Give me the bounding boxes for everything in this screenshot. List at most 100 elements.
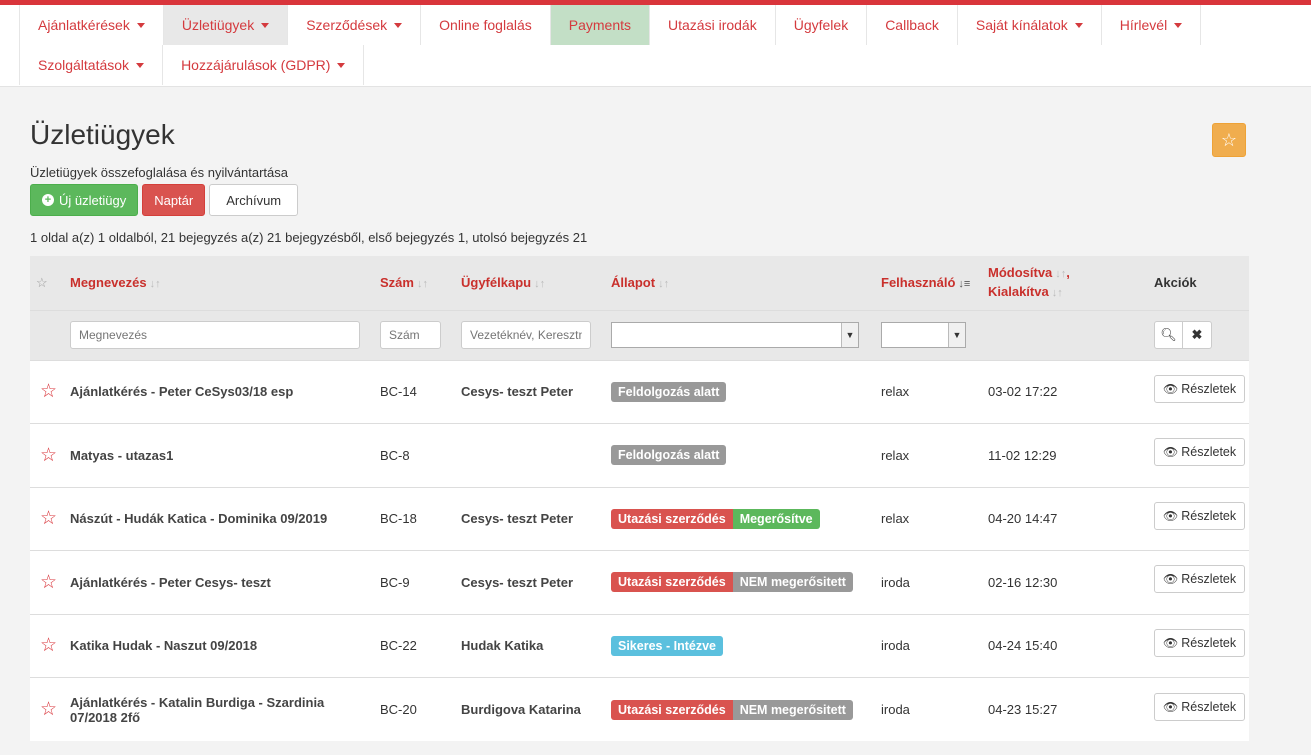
new-deal-button[interactable]: + Új üzletiügy: [30, 184, 139, 216]
name-filter-input[interactable]: [70, 321, 360, 349]
modified-column-header[interactable]: Módosítva ↓↑, Kialakítva ↓↑: [978, 256, 1144, 310]
caret-down-icon: [261, 22, 270, 28]
nav-item[interactable]: Online foglalás: [420, 5, 550, 45]
star-icon[interactable]: ☆: [40, 635, 57, 656]
table-row[interactable]: ☆ Ajánlatkérés - Katalin Burdiga - Szard…: [30, 677, 1249, 742]
status-badge: Feldolgozás alatt: [611, 445, 727, 466]
star-icon[interactable]: ☆: [40, 572, 57, 593]
status-badge: Utazási szerződés: [611, 508, 733, 529]
deal-number: BC-22: [380, 638, 417, 654]
status-filter-select[interactable]: ▼: [611, 322, 859, 348]
calendar-button[interactable]: Naptár: [142, 184, 206, 216]
sort-icon: ↓↑: [416, 278, 428, 291]
status-badge: Utazási szerződés: [611, 699, 733, 720]
nav-item[interactable]: Callback: [866, 5, 957, 45]
nav-item[interactable]: Payments: [549, 5, 650, 45]
star-icon[interactable]: ☆: [40, 508, 57, 529]
client-filter-input[interactable]: [461, 321, 591, 349]
nav-item[interactable]: Szolgáltatások: [19, 45, 162, 85]
details-button[interactable]: 👁︎ Részletek: [1154, 565, 1246, 594]
deal-name: Ajánlatkérés - Peter Cesys- teszt: [70, 574, 271, 590]
favorite-button[interactable]: ☆: [1212, 123, 1246, 157]
details-button[interactable]: 👁︎ Részletek: [1154, 374, 1246, 403]
caret-down-icon: [394, 22, 403, 28]
eye-icon: 👁︎: [1163, 381, 1179, 396]
status-badge: Sikeres - Intézve: [611, 635, 723, 656]
nav-item[interactable]: Hozzájárulások (GDPR): [162, 45, 365, 85]
nav-row-2: Szolgáltatások Hozzájárulások (GDPR): [19, 45, 1311, 85]
filter-actions: 🔍︎ ✖: [1154, 321, 1239, 349]
caret-down-icon: [136, 22, 145, 28]
sort-icon: ↓↑: [1051, 286, 1063, 299]
close-icon: ✖: [1191, 327, 1203, 342]
new-deal-label: Új üzletiügy: [59, 192, 127, 208]
details-button[interactable]: 👁︎ Részletek: [1154, 501, 1246, 530]
nav-item[interactable]: Üzletiügyek: [162, 5, 288, 45]
nav-item-label: Utazási irodák: [668, 17, 757, 33]
number-column-header[interactable]: Szám ↓↑: [370, 256, 451, 310]
eye-icon: 👁︎: [1163, 508, 1179, 523]
sort-desc-icon: ↓≡: [958, 278, 971, 291]
deal-client: Cesys- teszt Peter: [461, 511, 573, 527]
caret-down-icon: [136, 62, 145, 68]
sort-icon: ↓↑: [1055, 267, 1067, 280]
number-filter-input[interactable]: [380, 321, 441, 349]
deal-date: 04-23 15:27: [988, 702, 1058, 717]
chevron-down-icon: ▼: [841, 323, 858, 347]
deal-name: Nászút - Hudák Katica - Dominika 09/2019: [70, 511, 328, 527]
nav-item[interactable]: Ajánlatkérések: [19, 5, 163, 45]
details-button[interactable]: 👁︎ Részletek: [1154, 438, 1246, 467]
deal-number: BC-9: [380, 574, 410, 590]
caret-down-icon: [337, 62, 346, 68]
deal-user: relax: [881, 384, 910, 400]
table-row[interactable]: ☆ Ajánlatkérés - Peter CeSys03/18 esp BC…: [30, 360, 1249, 424]
details-label: Részletek: [1181, 572, 1237, 587]
table-row[interactable]: ☆ Ajánlatkérés - Peter Cesys- teszt BC-9…: [30, 550, 1249, 615]
nav-item[interactable]: Saját kínálatok: [956, 5, 1101, 45]
deal-date: 02-16 12:30: [988, 574, 1058, 590]
client-column-header[interactable]: Ügyfélkapu ↓↑: [451, 256, 601, 310]
star-column-header[interactable]: ☆: [30, 256, 60, 310]
star-icon[interactable]: ☆: [40, 445, 57, 466]
table-row[interactable]: ☆ Matyas - utazas1 BC-8 Feldolgozás alat…: [30, 423, 1249, 488]
archive-button[interactable]: Archívum: [209, 184, 299, 216]
details-label: Részletek: [1181, 635, 1237, 650]
clear-filter-button[interactable]: ✖: [1183, 321, 1212, 349]
name-column-header[interactable]: Megnevezés ↓↑: [60, 256, 370, 310]
nav-item-label: Szerződések: [306, 17, 388, 33]
filter-row: ▼ ▼ 🔍︎ ✖: [30, 310, 1249, 360]
user-filter-select[interactable]: ▼: [881, 322, 966, 348]
paging-info: 1 oldal a(z) 1 oldalból, 21 bejegyzés a(…: [30, 230, 588, 245]
deal-user: relax: [881, 511, 910, 527]
nav-item[interactable]: Utazási irodák: [649, 5, 775, 45]
user-column-header[interactable]: Felhasználó ↓≡: [871, 256, 978, 310]
deal-status: Utazási szerződés Megerősítve: [601, 487, 871, 551]
deal-client: Burdigova Katarina: [461, 702, 581, 717]
nav-item[interactable]: Ügyfelek: [774, 5, 866, 45]
details-button[interactable]: 👁︎ Részletek: [1154, 628, 1246, 657]
deal-name: Matyas - utazas1: [70, 447, 174, 463]
deal-status: Sikeres - Intézve: [601, 614, 871, 678]
nav-row-1: Ajánlatkérések Üzletiügyek Szerződések Onli…: [19, 5, 1311, 45]
deal-user: iroda: [881, 638, 910, 654]
search-button[interactable]: 🔍︎: [1154, 321, 1183, 349]
star-icon[interactable]: ☆: [40, 381, 57, 402]
deal-status: Feldolgozás alatt: [601, 424, 871, 488]
status-badge: NEM megerősitett: [732, 572, 853, 593]
nav-item[interactable]: Szerződések: [287, 5, 420, 45]
nav-item[interactable]: Hírlevél: [1100, 5, 1202, 45]
star-icon[interactable]: ☆: [40, 699, 57, 720]
table-row[interactable]: ☆ Nászút - Hudák Katica - Dominika 09/20…: [30, 487, 1249, 551]
status-badge: Megerősítve: [732, 508, 820, 529]
eye-icon: 👁︎: [1163, 445, 1179, 460]
table-row[interactable]: ☆ Katika Hudak - Naszut 09/2018 BC-22 Hu…: [30, 614, 1249, 678]
page-title: Üzletiügyek: [30, 119, 175, 150]
deal-status: Utazási szerződés NEM megerősitett: [601, 551, 871, 615]
nav-item-label: Callback: [885, 17, 939, 33]
deal-client: Cesys- teszt Peter: [461, 574, 573, 590]
details-button[interactable]: 👁︎ Részletek: [1154, 692, 1246, 721]
status-column-header[interactable]: Állapot ↓↑: [601, 256, 871, 310]
caret-down-icon: [1174, 22, 1183, 28]
nav-item-label: Ajánlatkérések: [38, 17, 130, 33]
deal-date: 11-02 12:29: [988, 447, 1057, 463]
